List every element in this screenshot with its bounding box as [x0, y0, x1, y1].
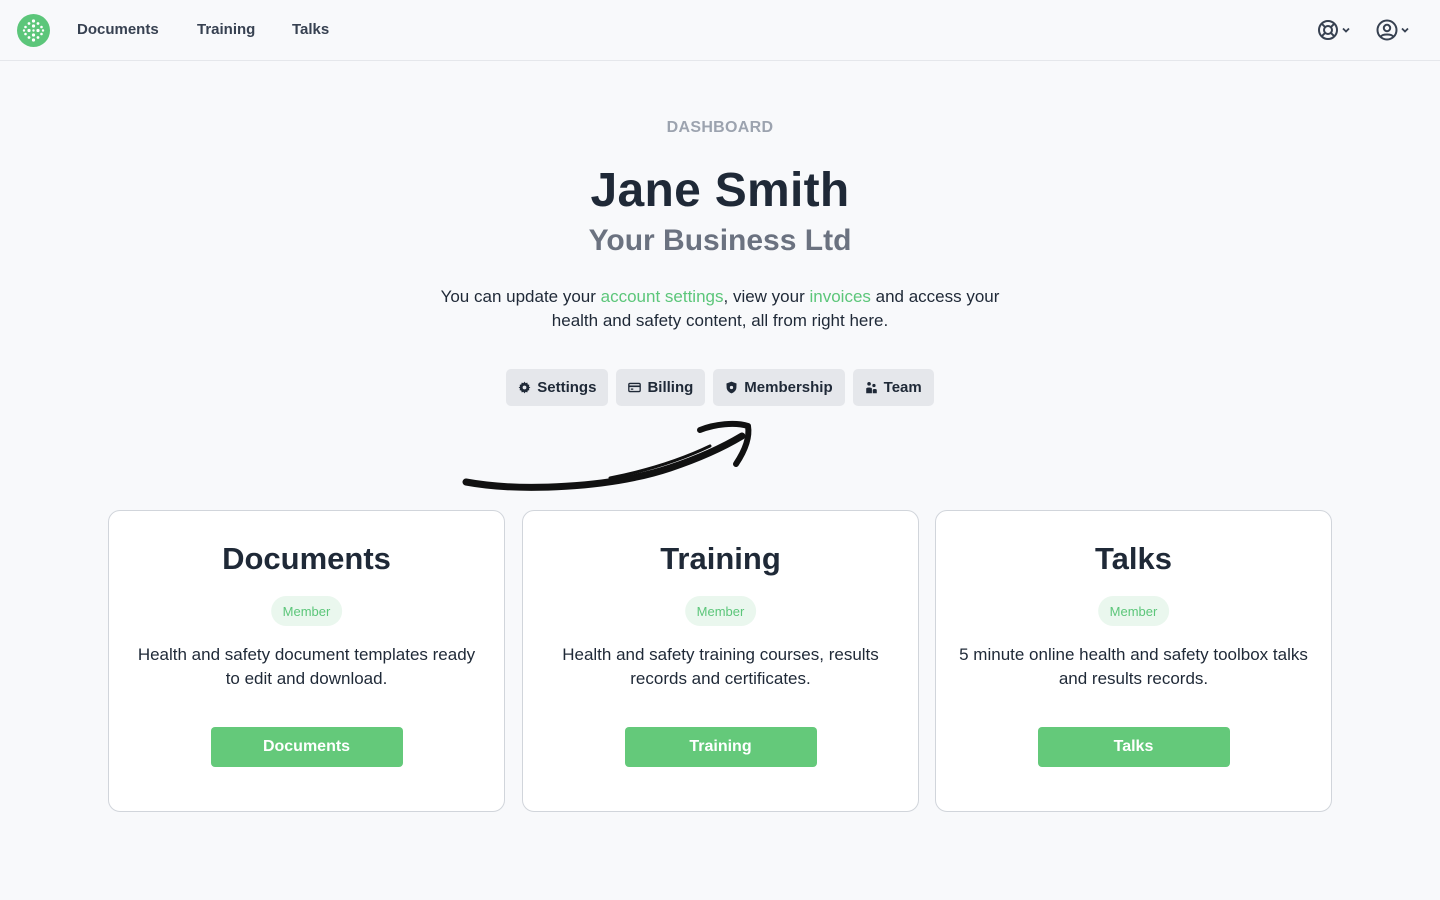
- settings-label: Settings: [537, 379, 597, 396]
- chevron-down-icon: [1342, 27, 1350, 33]
- company-name: Your Business Ltd: [588, 224, 852, 257]
- membership-badge: Member: [1097, 596, 1170, 626]
- gear-icon: [518, 381, 531, 394]
- membership-label: Membership: [744, 379, 833, 396]
- nav-link-talks[interactable]: Talks: [292, 21, 329, 38]
- membership-button[interactable]: Membership: [713, 369, 845, 406]
- account-shortcuts: Settings Billing Membership Team: [0, 369, 1440, 406]
- help-menu-button[interactable]: [1316, 18, 1356, 42]
- training-button[interactable]: Training: [624, 727, 817, 767]
- billing-button[interactable]: Billing: [616, 369, 706, 406]
- chevron-down-icon: [1401, 27, 1409, 33]
- user-menu-button[interactable]: [1375, 18, 1415, 42]
- user-circle-icon: [1376, 19, 1398, 41]
- nav-link-documents[interactable]: Documents: [77, 21, 159, 38]
- user-name: Jane Smith: [590, 164, 850, 217]
- credit-card-icon: [628, 382, 642, 393]
- settings-button[interactable]: Settings: [506, 369, 609, 406]
- team-icon: [865, 382, 877, 394]
- top-nav: Documents Training Talks: [0, 0, 1440, 61]
- intro-text: You can update your account settings, vi…: [420, 285, 1020, 333]
- nav-link-training[interactable]: Training: [197, 21, 255, 38]
- documents-button[interactable]: Documents: [210, 727, 403, 767]
- card-description: Health and safety document templates rea…: [137, 645, 476, 688]
- membership-badge: Member: [684, 596, 757, 626]
- talks-card: Talks Member 5 minute online health and …: [935, 510, 1332, 812]
- page-eyebrow: DASHBOARD: [666, 119, 774, 136]
- training-card: Training Member Health and safety traini…: [522, 510, 919, 812]
- card-title: Documents: [222, 541, 391, 576]
- card-description: 5 minute online health and safety toolbo…: [959, 645, 1308, 688]
- invoices-link[interactable]: invoices: [809, 287, 870, 306]
- membership-badge: Member: [270, 596, 343, 626]
- card-title: Talks: [1095, 541, 1172, 576]
- billing-label: Billing: [647, 379, 694, 396]
- lifebuoy-icon: [1318, 20, 1338, 40]
- documents-card: Documents Member Health and safety docum…: [108, 510, 505, 812]
- card-description: Health and safety training courses, resu…: [562, 645, 879, 688]
- shield-icon: [726, 381, 737, 394]
- intro-text-part: , view your: [723, 287, 810, 306]
- account-settings-link[interactable]: account settings: [601, 287, 724, 306]
- arrow-icon: [462, 420, 752, 491]
- logo-icon[interactable]: [17, 14, 50, 47]
- intro-text-part: You can update your: [440, 287, 601, 306]
- talks-button[interactable]: Talks: [1037, 727, 1230, 767]
- team-button[interactable]: Team: [852, 369, 934, 406]
- card-title: Training: [660, 541, 781, 576]
- team-label: Team: [883, 379, 922, 396]
